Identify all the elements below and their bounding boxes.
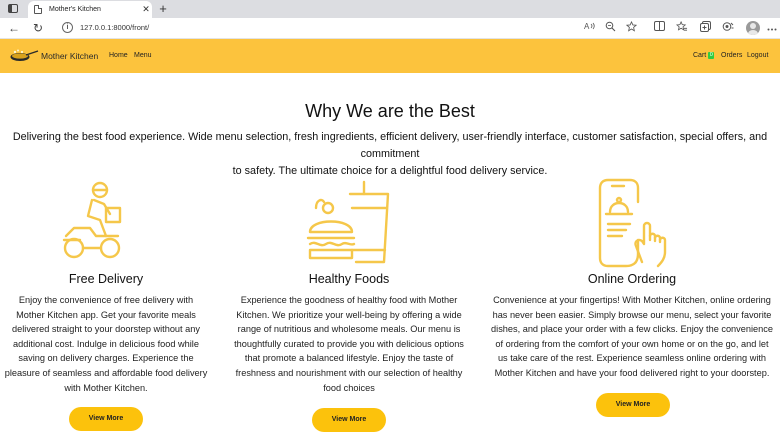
browser-tab-bar: Mother's Kitchen ✕ + bbox=[0, 0, 780, 18]
feature-description: Enjoy the convenience of free delivery w… bbox=[0, 293, 212, 395]
feature-line: that promote a balanced lifestyle. Enjoy… bbox=[244, 353, 454, 364]
address-bar: ← ↻ i 127.0.0.1:8000/front/ A bbox=[0, 18, 780, 39]
feature-description: Convenience at your fingertips! With Mot… bbox=[484, 293, 780, 381]
nav-menu-link[interactable]: Menu bbox=[134, 52, 152, 59]
nav-logout-link[interactable]: Logout bbox=[747, 52, 768, 59]
window-icon[interactable] bbox=[8, 4, 18, 13]
feature-line: Mother Kitchen and have your food delive… bbox=[494, 367, 770, 378]
feature-line: us take care of the rest. Experience sea… bbox=[497, 353, 767, 364]
more-icon[interactable] bbox=[765, 21, 779, 35]
star-icon[interactable] bbox=[624, 20, 638, 35]
site-info-icon[interactable]: i bbox=[62, 22, 73, 33]
feature-line: saving on delivery charges. Experience t… bbox=[18, 353, 194, 364]
feature-line: with Mother Kitchen. bbox=[64, 382, 148, 393]
split-screen-icon[interactable] bbox=[652, 21, 666, 35]
feature-line: range of nutritious and wholesome meals.… bbox=[237, 324, 461, 335]
reload-icon[interactable]: ↻ bbox=[30, 20, 46, 36]
feature-line: Kitchen. We prioritize your well-being b… bbox=[236, 309, 462, 320]
feature-line: Experience the goodness of healthy food … bbox=[240, 295, 458, 305]
profile-avatar-icon[interactable] bbox=[746, 21, 760, 35]
svg-text:A: A bbox=[584, 22, 590, 31]
feature-line: dishes, and place your order with a few … bbox=[491, 324, 773, 335]
browser-tab[interactable]: Mother's Kitchen ✕ bbox=[28, 1, 152, 18]
feature-line: Convenience at your fingertips! With Mot… bbox=[493, 295, 771, 305]
feature-line: delivered straight to your doorstep with… bbox=[12, 324, 200, 335]
nav-orders-link[interactable]: Orders bbox=[721, 52, 742, 59]
view-more-button[interactable]: View More bbox=[69, 407, 143, 431]
feature-title: Online Ordering bbox=[587, 272, 677, 286]
feature-description: Experience the goodness of healthy food … bbox=[226, 293, 472, 395]
zoom-icon[interactable] bbox=[603, 21, 617, 35]
burger-drink-icon bbox=[306, 180, 390, 264]
new-tab-button[interactable]: + bbox=[156, 0, 170, 17]
collections-icon[interactable] bbox=[698, 21, 712, 35]
brand-name: Mother Kitchen bbox=[41, 51, 99, 61]
site-navbar: Mother Kitchen Home Menu Cart 0 Orders Lo… bbox=[0, 39, 780, 73]
feature-line: of ordering from the comfort of your own… bbox=[495, 338, 769, 349]
feature-line: Enjoy the convenience of free delivery w… bbox=[18, 295, 194, 305]
feature-line: additional cost. Indulge in delicious fo… bbox=[13, 338, 199, 349]
section-intro: Delivering the best food experience. Wid… bbox=[0, 129, 780, 180]
intro-line: Delivering the best food experience. Wid… bbox=[12, 131, 768, 160]
feature-title: Healthy Foods bbox=[308, 272, 390, 286]
nav-cart-link[interactable]: Cart 0 bbox=[693, 52, 715, 59]
nav-home-link[interactable]: Home bbox=[109, 52, 128, 59]
favorites-icon[interactable] bbox=[675, 20, 689, 35]
feature-line: pleasure of seamless and affordable food… bbox=[4, 367, 208, 378]
tab-title: Mother's Kitchen bbox=[49, 6, 101, 13]
feature-line: food choices bbox=[323, 382, 375, 393]
view-more-button[interactable]: View More bbox=[596, 393, 670, 417]
cart-count-badge: 0 bbox=[708, 52, 715, 59]
read-aloud-icon[interactable]: A bbox=[583, 21, 597, 35]
feature-line: has never been easier. Simply browse our… bbox=[492, 309, 772, 320]
section-title: Why We are the Best bbox=[305, 101, 475, 121]
page-icon bbox=[34, 5, 42, 14]
back-icon[interactable]: ← bbox=[6, 20, 22, 36]
brand-logo-icon bbox=[10, 49, 39, 61]
feature-line: freshness and nourishment with our selec… bbox=[235, 367, 463, 378]
feature-line: Mother Kitchen app. Get your favorite me… bbox=[16, 309, 196, 320]
feature-title: Free Delivery bbox=[68, 272, 144, 286]
url-input[interactable]: 127.0.0.1:8000/front/ bbox=[80, 23, 149, 32]
phone-order-icon bbox=[598, 178, 667, 268]
view-more-button[interactable]: View More bbox=[312, 408, 386, 432]
extensions-icon[interactable] bbox=[721, 21, 735, 35]
brand[interactable]: Mother Kitchen bbox=[9, 48, 98, 64]
delivery-scooter-icon bbox=[62, 181, 122, 259]
feature-line: thoughtfully curated to provide you with… bbox=[234, 338, 464, 349]
cart-label: Cart bbox=[693, 52, 707, 59]
close-tab-icon[interactable]: ✕ bbox=[140, 4, 152, 15]
